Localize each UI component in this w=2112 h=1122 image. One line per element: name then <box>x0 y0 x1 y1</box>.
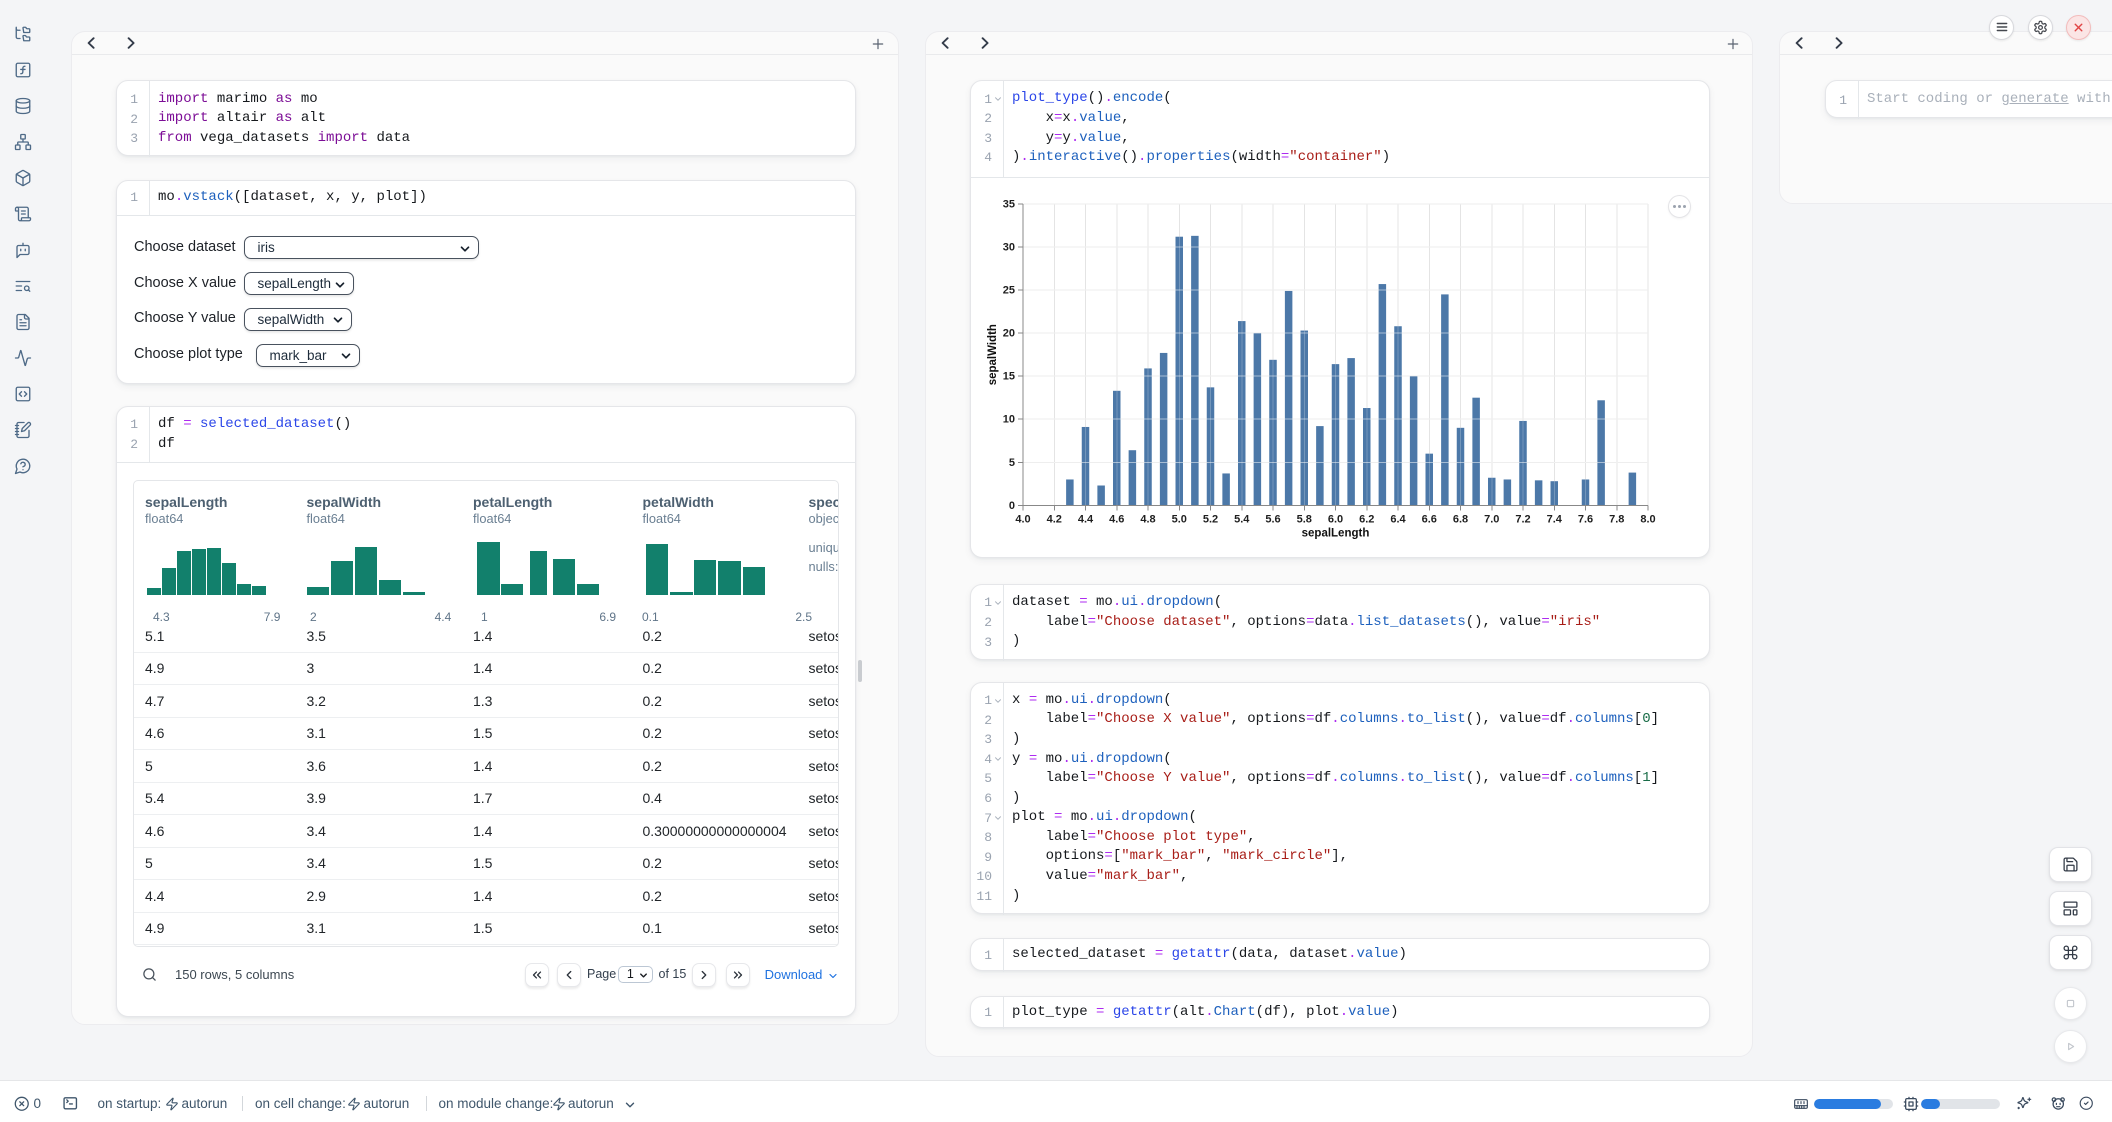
svg-text:8.0: 8.0 <box>1640 513 1655 525</box>
svg-text:10: 10 <box>1003 413 1015 425</box>
svg-text:7.8: 7.8 <box>1609 513 1624 525</box>
svg-text:15: 15 <box>1003 370 1015 382</box>
svg-text:sepalWidth: sepalWidth <box>987 324 999 385</box>
svg-text:7.0: 7.0 <box>1484 513 1499 525</box>
svg-text:4.6: 4.6 <box>1109 513 1124 525</box>
svg-text:6.4: 6.4 <box>1390 513 1406 525</box>
svg-text:5: 5 <box>1009 456 1015 468</box>
svg-text:4.2: 4.2 <box>1047 513 1062 525</box>
svg-text:5.6: 5.6 <box>1265 513 1280 525</box>
svg-text:6.6: 6.6 <box>1422 513 1437 525</box>
svg-text:35: 35 <box>1003 198 1015 210</box>
svg-text:5.8: 5.8 <box>1297 513 1312 525</box>
svg-text:4.8: 4.8 <box>1140 513 1155 525</box>
svg-text:5.0: 5.0 <box>1172 513 1187 525</box>
svg-text:5.4: 5.4 <box>1234 513 1250 525</box>
svg-text:25: 25 <box>1003 284 1015 296</box>
svg-text:7.2: 7.2 <box>1515 513 1530 525</box>
svg-text:5.2: 5.2 <box>1203 513 1218 525</box>
svg-text:6.0: 6.0 <box>1328 513 1343 525</box>
svg-text:6.8: 6.8 <box>1453 513 1468 525</box>
svg-text:4.4: 4.4 <box>1078 513 1094 525</box>
svg-text:4.0: 4.0 <box>1015 513 1030 525</box>
svg-text:sepalLength: sepalLength <box>1302 527 1370 539</box>
svg-text:30: 30 <box>1003 241 1015 253</box>
svg-text:7.4: 7.4 <box>1547 513 1563 525</box>
svg-text:20: 20 <box>1003 327 1015 339</box>
svg-text:6.2: 6.2 <box>1359 513 1374 525</box>
svg-text:7.6: 7.6 <box>1578 513 1593 525</box>
svg-text:0: 0 <box>1009 499 1015 511</box>
